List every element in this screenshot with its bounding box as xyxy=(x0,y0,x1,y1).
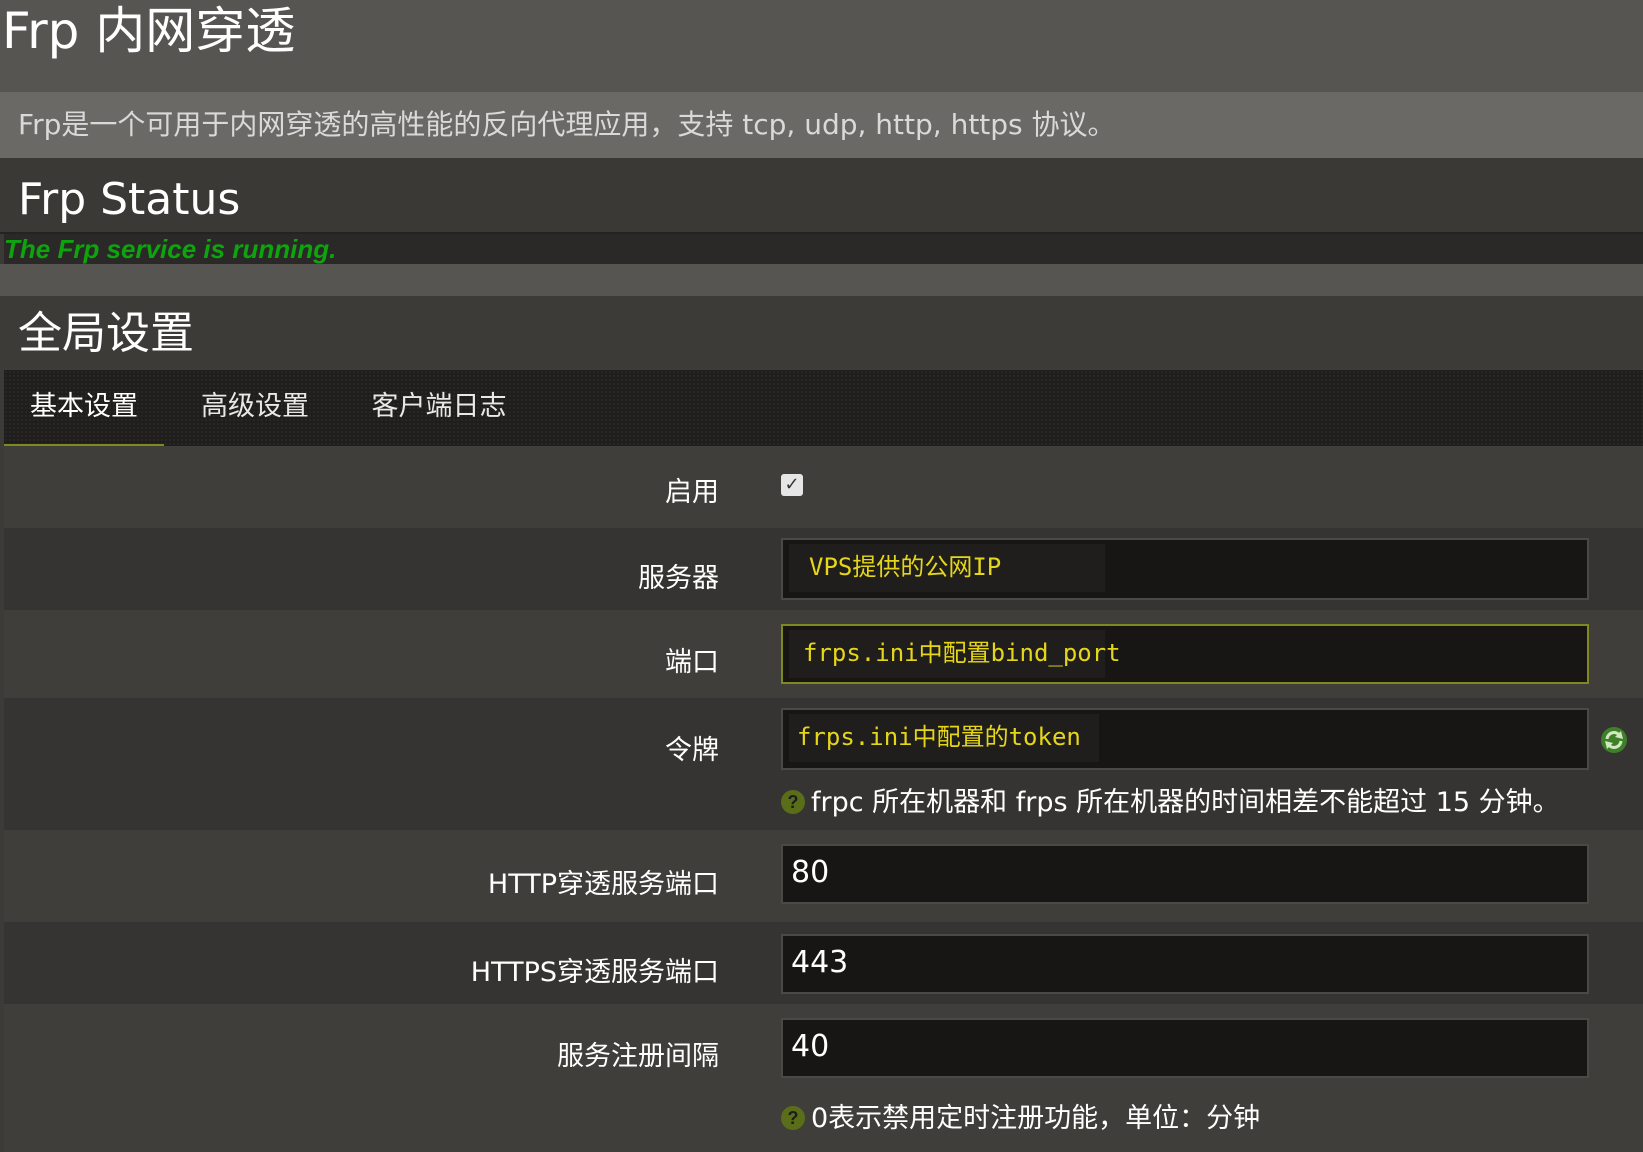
form-row-port: 端口 frps.ini中配置bind_port xyxy=(4,610,1643,698)
port-placeholder: frps.ini中配置bind_port xyxy=(789,630,1121,678)
section-title: 全局设置 xyxy=(18,308,194,359)
form-row-http-port: HTTP穿透服务端口 80 xyxy=(4,830,1643,922)
token-input[interactable]: frps.ini中配置的token xyxy=(781,708,1589,770)
form-row-server: 服务器 VPS提供的公网IP xyxy=(4,528,1643,610)
status-title: Frp Status xyxy=(18,174,241,225)
https-port-input[interactable]: 443 xyxy=(781,934,1589,994)
help-icon: ? xyxy=(781,790,805,814)
checkmark-icon: ✓ xyxy=(784,474,800,495)
register-interval-label: 服务注册间隔 xyxy=(557,1041,719,1072)
section-gap xyxy=(0,264,1643,296)
status-section: Frp Status The Frp service is running. xyxy=(0,158,1643,264)
form-row-https-port: HTTPS穿透服务端口 443 xyxy=(4,922,1643,1004)
global-settings-section: 全局设置 基本设置 高级设置 客户端日志 启用 ✓ 服务器 VPS提供的公网IP… xyxy=(0,296,1643,1152)
help-icon: ? xyxy=(781,1106,805,1130)
register-interval-help-text: 0表示禁用定时注册功能，单位：分钟 xyxy=(811,1103,1261,1134)
status-message: The Frp service is running. xyxy=(4,234,1643,264)
refresh-icon[interactable] xyxy=(1600,726,1628,754)
port-label: 端口 xyxy=(665,647,719,678)
server-placeholder: VPS提供的公网IP xyxy=(789,544,1105,592)
enable-label: 启用 xyxy=(665,477,719,508)
token-label: 令牌 xyxy=(665,735,719,766)
tab-basic-settings[interactable]: 基本设置 xyxy=(4,370,164,447)
token-help: ? frpc 所在机器和 frps 所在机器的时间相差不能超过 15 分钟。 xyxy=(781,780,1560,819)
http-port-label: HTTP穿透服务端口 xyxy=(487,869,719,900)
register-interval-help: ? 0表示禁用定时注册功能，单位：分钟 xyxy=(781,1096,1260,1135)
form-row-token: 令牌 frps.ini中配置的token ? frpc 所在机器和 frps 所在… xyxy=(4,698,1643,830)
token-help-text: frpc 所在机器和 frps 所在机器的时间相差不能超过 15 分钟。 xyxy=(811,787,1560,818)
form-row-register-interval: 服务注册间隔 40 ? 0表示禁用定时注册功能，单位：分钟 xyxy=(4,1004,1643,1152)
page-description: Frp是一个可用于内网穿透的高性能的反向代理应用，支持 tcp, udp, ht… xyxy=(0,92,1643,158)
server-label: 服务器 xyxy=(638,563,719,594)
form-row-enable: 启用 ✓ xyxy=(4,446,1643,528)
tab-client-log[interactable]: 客户端日志 xyxy=(344,370,534,444)
register-interval-input[interactable]: 40 xyxy=(781,1018,1589,1078)
page-title: Frp 内网穿透 xyxy=(2,2,296,60)
server-input[interactable]: VPS提供的公网IP xyxy=(781,538,1589,600)
http-port-input[interactable]: 80 xyxy=(781,844,1589,904)
token-placeholder: frps.ini中配置的token xyxy=(789,714,1099,762)
https-port-label: HTTPS穿透服务端口 xyxy=(470,957,719,988)
tab-advanced-settings[interactable]: 高级设置 xyxy=(170,370,340,444)
tab-bar: 基本设置 高级设置 客户端日志 xyxy=(4,370,1643,447)
enable-checkbox[interactable]: ✓ xyxy=(781,474,803,496)
port-input[interactable]: frps.ini中配置bind_port xyxy=(781,624,1589,684)
